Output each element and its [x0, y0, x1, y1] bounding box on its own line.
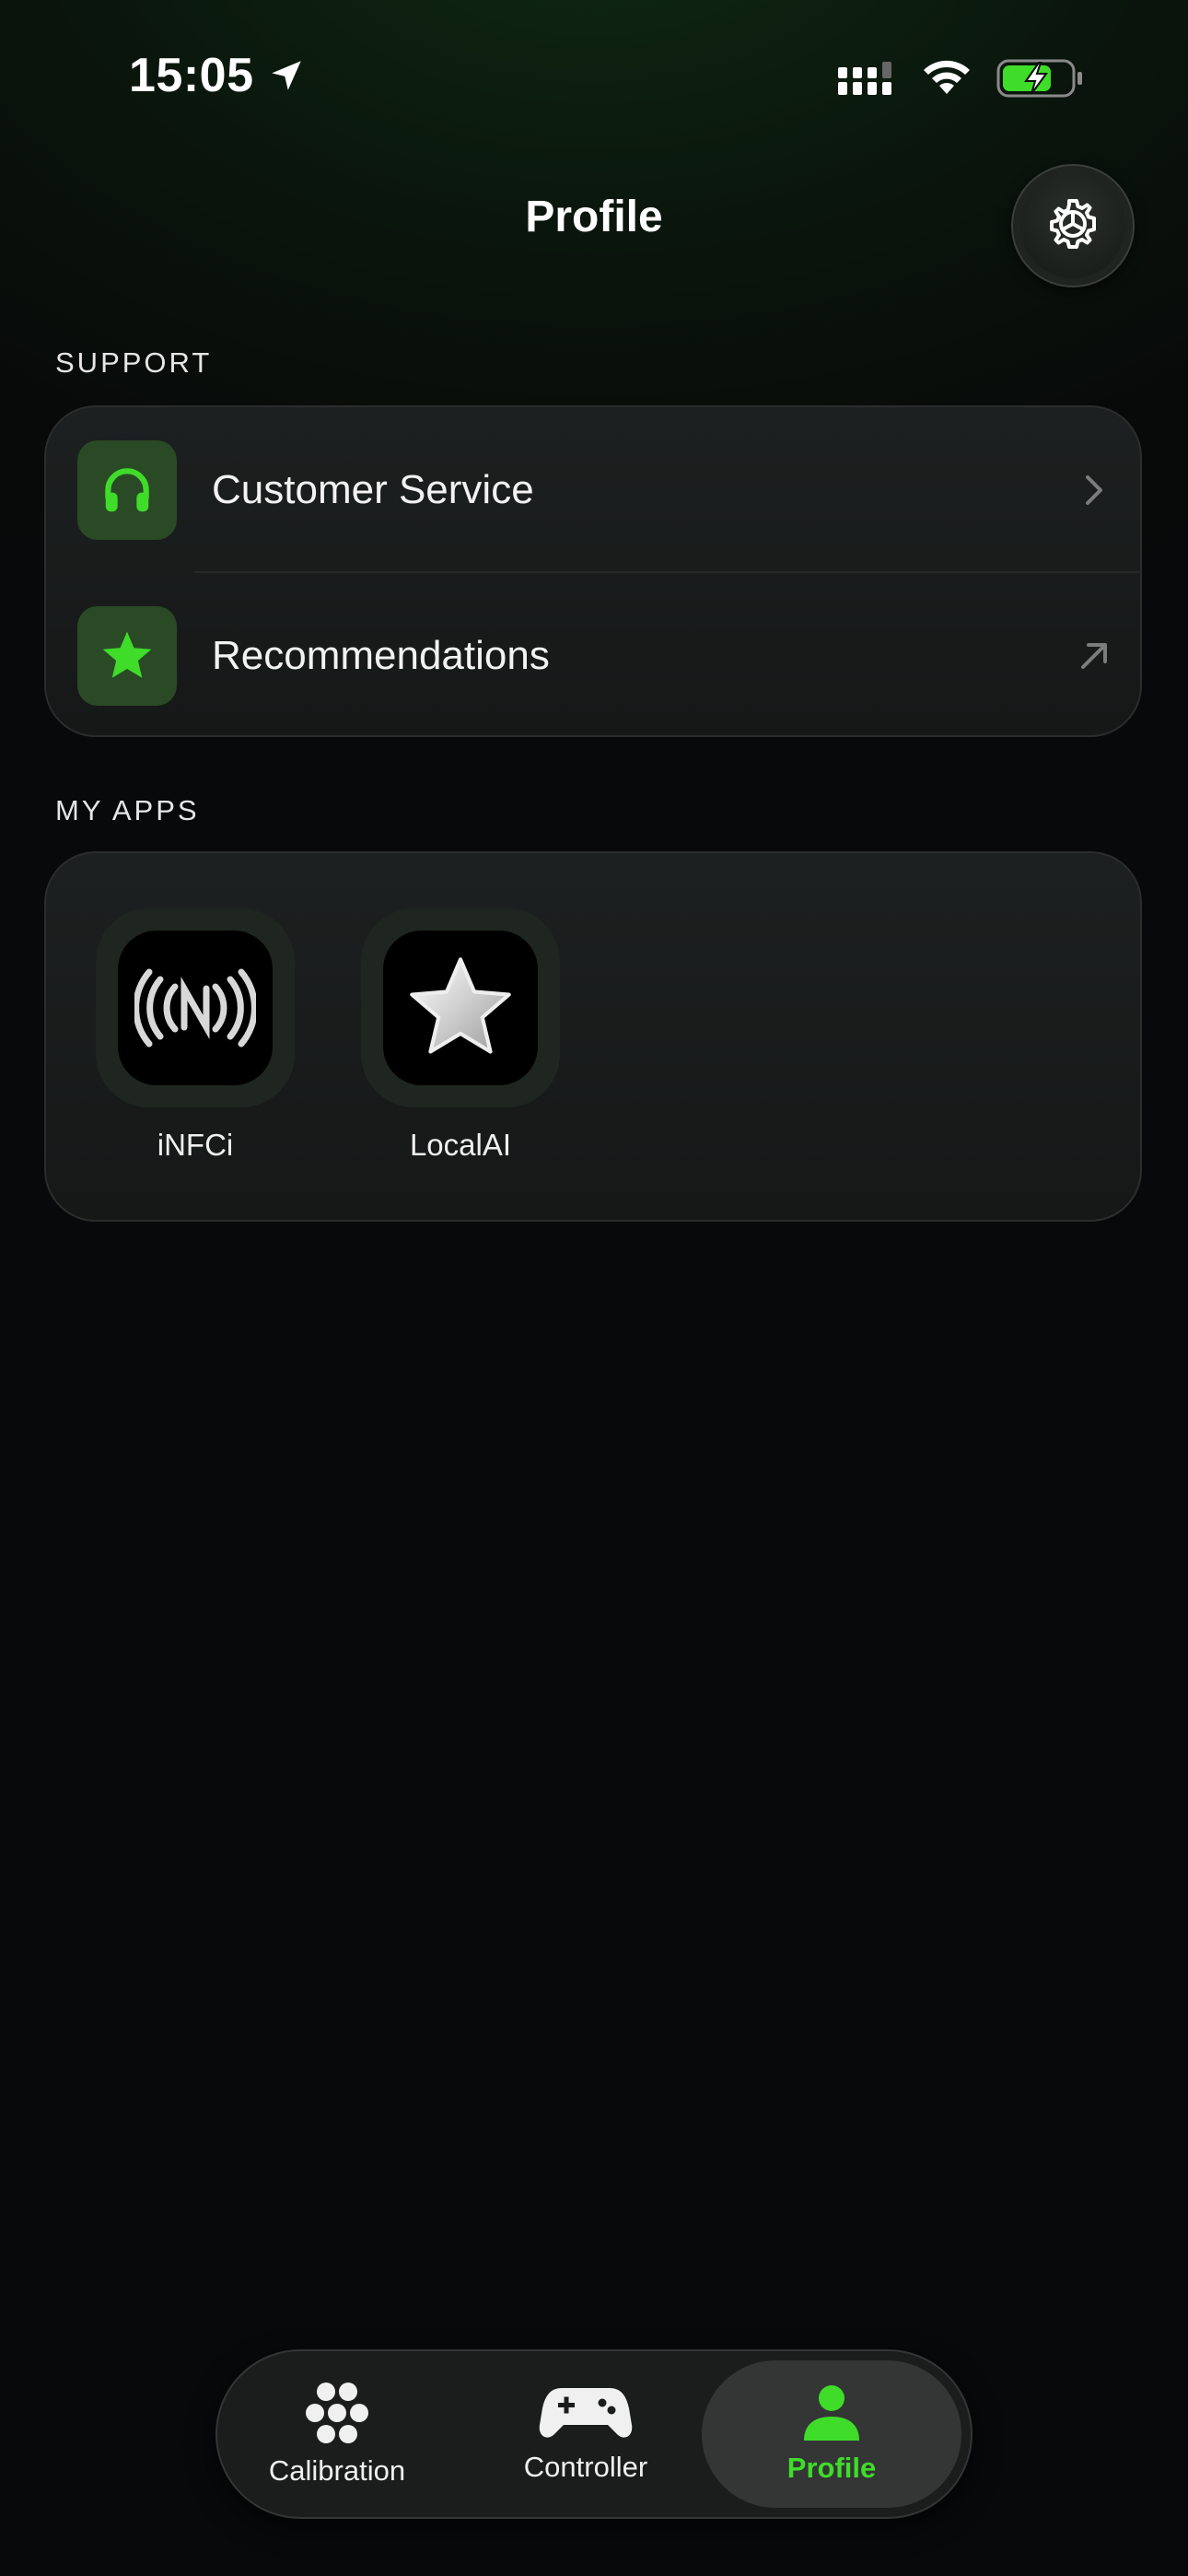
recommendations-label: Recommendations [212, 633, 550, 678]
tab-profile[interactable]: Profile [702, 2360, 961, 2508]
app-tile-infci[interactable]: iNFCi [96, 908, 295, 1163]
arrow-up-right-icon [1076, 638, 1112, 674]
tab-controller[interactable]: Controller [494, 2360, 678, 2508]
headphones-icon [77, 440, 177, 540]
tab-bar: Calibration Controller Profile [215, 2349, 973, 2519]
nfc-icon [118, 931, 273, 1085]
gear-icon [1050, 199, 1096, 249]
battery-charging-icon [996, 59, 1082, 98]
support-section-label: SUPPORT [55, 346, 213, 379]
tab-label: Calibration [268, 2454, 406, 2487]
gamepad-icon [539, 2388, 633, 2438]
silver-star-icon [383, 931, 538, 1085]
customer-service-row[interactable]: Customer Service [46, 407, 1140, 573]
page-title: Profile [525, 193, 663, 241]
app-icon-frame [361, 908, 560, 1107]
status-time: 15:05 [129, 48, 306, 103]
app-tile-localai[interactable]: LocalAI [361, 908, 560, 1163]
status-icons [836, 57, 1085, 100]
calibration-dots-icon [306, 2383, 368, 2443]
app-name: LocalAI [409, 1128, 512, 1162]
tab-calibration[interactable]: Calibration [245, 2360, 429, 2508]
chevron-right-icon [1076, 472, 1112, 509]
wifi-icon [924, 60, 970, 94]
cellular-signal-icon [838, 62, 891, 95]
my-apps-section-label: MY APPS [55, 794, 200, 826]
settings-button[interactable] [1011, 164, 1135, 287]
status-bar: 15:05 [0, 0, 1188, 157]
app-icon-frame [96, 908, 295, 1107]
my-apps-card: iNFCi LocalAI [44, 851, 1142, 1222]
recommendations-row[interactable]: Recommendations [46, 573, 1140, 739]
location-arrow-icon [271, 61, 301, 90]
person-icon [804, 2385, 859, 2441]
support-card: Customer Service Recommendations [44, 405, 1142, 737]
customer-service-label: Customer Service [212, 467, 534, 512]
star-icon [77, 606, 177, 706]
tab-label: Controller [523, 2451, 648, 2483]
app-name: iNFCi [157, 1128, 234, 1162]
status-time-text: 15:05 [129, 49, 254, 102]
tab-label: Profile [786, 2452, 877, 2484]
